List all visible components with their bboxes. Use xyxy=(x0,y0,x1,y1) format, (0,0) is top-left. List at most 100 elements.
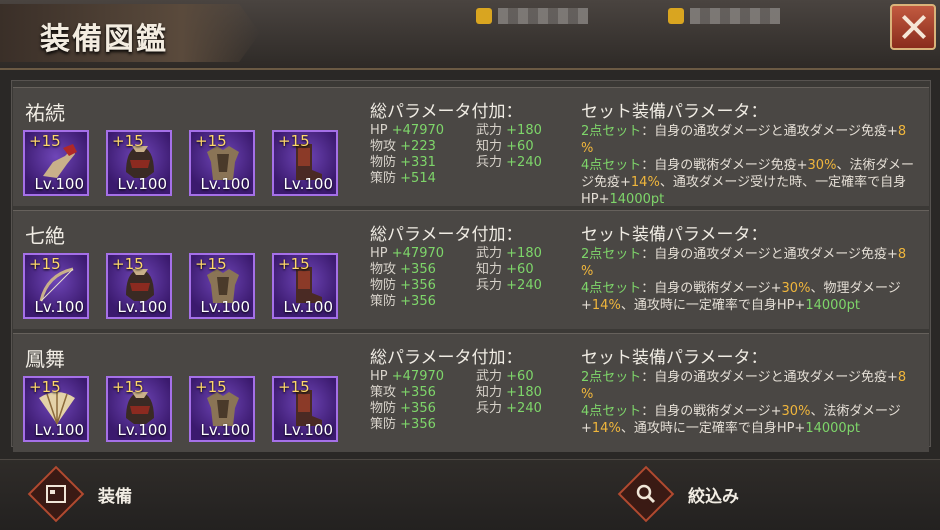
equipment-slot[interactable]: +15 Lv.100 xyxy=(106,376,172,442)
set-effect-value: 14000pt xyxy=(609,192,665,207)
param-entry: 物防 +356 xyxy=(370,401,476,417)
set-effect-text: ：自身の通攻ダメージと通攻ダメージ免疫+ xyxy=(641,247,898,262)
equipment-set-list[interactable]: 祐続 +15 Lv.100 +15 Lv.100 +15 Lv.100 +15 … xyxy=(11,80,931,452)
filter-label: 絞込み xyxy=(688,486,739,507)
enhance-level: +15 xyxy=(278,255,310,273)
set-name: 七絶 xyxy=(25,224,65,248)
set-effect-text: ：自身の戦術ダメージ+ xyxy=(641,404,782,419)
equipment-level: Lv.100 xyxy=(34,175,84,193)
set-effect-4pc: 4点セット：自身の戦術ダメージ+30%、法術ダメージ+14%、通攻時に一定確率で… xyxy=(581,403,921,437)
equipment-slot[interactable]: +15 Lv.100 xyxy=(272,130,338,196)
set-effect-value: 30% xyxy=(781,404,811,419)
enhance-level: +15 xyxy=(112,255,144,273)
coin-icon xyxy=(668,8,684,24)
param-value: +60 xyxy=(506,262,534,277)
equipment-slot[interactable]: +15 Lv.100 xyxy=(106,253,172,319)
equip-icon xyxy=(27,465,85,523)
set-effect-unit: % xyxy=(581,264,594,279)
param-label: HP xyxy=(370,369,388,384)
equipment-slot[interactable]: +15 Lv.100 xyxy=(189,130,255,196)
param-value: +180 xyxy=(506,123,542,138)
param-label: 兵力 xyxy=(476,155,503,170)
set-effect-value: 14000pt xyxy=(805,298,861,313)
set-effect-value: 14% xyxy=(591,421,621,436)
set-params-title: セット装備パラメータ： xyxy=(581,225,768,245)
equipment-level: Lv.100 xyxy=(34,298,84,316)
footer-bar: 装備 絞込み xyxy=(0,459,940,530)
param-entry: 武力 +60 xyxy=(476,369,570,385)
equipment-slot[interactable]: +15 Lv.100 xyxy=(272,253,338,319)
param-value: +47970 xyxy=(391,246,445,261)
set-effect-text: ：自身の戦術ダメージ+ xyxy=(641,281,782,296)
set-params-title: セット装備パラメータ： xyxy=(581,348,768,368)
equipment-slot[interactable]: +15 Lv.100 xyxy=(272,376,338,442)
search-icon xyxy=(617,465,675,523)
param-value: +356 xyxy=(400,417,436,432)
enhance-level: +15 xyxy=(29,255,61,273)
set-count: 4点セット xyxy=(581,281,642,296)
enhance-level: +15 xyxy=(195,132,227,150)
param-entry: 物攻 +223 xyxy=(370,139,476,155)
equipment-slot[interactable]: +15 Lv.100 xyxy=(189,253,255,319)
equipment-slot[interactable]: +15 Lv.100 xyxy=(189,376,255,442)
equip-label: 装備 xyxy=(98,486,132,507)
set-count: 4点セット xyxy=(581,158,642,173)
set-effect-value: 14% xyxy=(630,175,660,190)
param-label: 武力 xyxy=(476,369,503,384)
param-value: +356 xyxy=(400,401,436,416)
set-effect-2pc: 2点セット：自身の通攻ダメージと通攻ダメージ免疫+8% xyxy=(581,246,921,280)
set-effect-text: 、通攻時に一定確率で自身HP+ xyxy=(620,421,806,436)
equipment-level: Lv.100 xyxy=(117,421,167,439)
param-entry: 武力 +180 xyxy=(476,123,570,139)
set-effect-2pc: 2点セット：自身の通攻ダメージと通攻ダメージ免疫+8% xyxy=(581,369,921,403)
enhance-level: +15 xyxy=(278,132,310,150)
set-effects: 2点セット：自身の通攻ダメージと通攻ダメージ免疫+8% 4点セット：自身の戦術ダ… xyxy=(581,246,921,314)
param-value: +47970 xyxy=(391,123,445,138)
param-entry: 策防 +356 xyxy=(370,294,476,310)
set-effect-text: 、通攻時に一定確率で自身HP+ xyxy=(620,298,806,313)
param-entry: 知力 +60 xyxy=(476,139,570,155)
set-effect-text: ：自身の通攻ダメージと通攻ダメージ免疫+ xyxy=(641,124,898,139)
equipment-level: Lv.100 xyxy=(283,421,333,439)
equipment-level: Lv.100 xyxy=(117,298,167,316)
close-button[interactable] xyxy=(890,4,936,50)
set-row: 祐続 +15 Lv.100 +15 Lv.100 +15 Lv.100 +15 … xyxy=(13,87,929,207)
param-value: +60 xyxy=(506,369,534,384)
param-entry: 策防 +356 xyxy=(370,417,476,433)
equipment-level: Lv.100 xyxy=(200,175,250,193)
set-effect-value: 8 xyxy=(897,124,907,139)
equipment-slot[interactable]: +15 Lv.100 xyxy=(23,376,89,442)
set-effect-value: 8 xyxy=(897,247,907,262)
set-effects: 2点セット：自身の通攻ダメージと通攻ダメージ免疫+8% 4点セット：自身の戦術ダ… xyxy=(581,369,921,437)
param-value: +356 xyxy=(400,278,436,293)
set-row: 鳳舞 +15 Lv.100 +15 Lv.100 +15 Lv.100 +15 … xyxy=(13,333,929,452)
param-value: +331 xyxy=(400,155,436,170)
equipment-slot[interactable]: +15 Lv.100 xyxy=(106,130,172,196)
set-count: 4点セット xyxy=(581,404,642,419)
total-params-title: 総パラメータ付加： xyxy=(370,225,523,245)
equipment-slot[interactable]: +15 Lv.100 xyxy=(23,130,89,196)
param-label: 策攻 xyxy=(370,385,397,400)
enhance-level: +15 xyxy=(29,378,61,396)
set-effect-text: ：自身の戦術ダメージ免疫+ xyxy=(641,158,808,173)
equip-button[interactable]: 装備 xyxy=(27,465,132,523)
equipment-slot[interactable]: +15 Lv.100 xyxy=(23,253,89,319)
param-value: +223 xyxy=(400,139,436,154)
filter-button[interactable]: 絞込み xyxy=(617,465,739,523)
total-params: HP +47970 武力 +60 策攻 +356 知力 +180 物防 +356 兵力 +… xyxy=(370,369,570,433)
param-value: +240 xyxy=(506,278,542,293)
set-effect-unit: % xyxy=(581,387,594,402)
header-bar: 装備図鑑 xyxy=(0,0,940,70)
equipment-level: Lv.100 xyxy=(34,421,84,439)
enhance-level: +15 xyxy=(278,378,310,396)
param-label: 知力 xyxy=(476,139,503,154)
set-effect-value: 14000pt xyxy=(805,421,861,436)
total-params-title: 総パラメータ付加： xyxy=(370,102,523,122)
enhance-level: +15 xyxy=(195,378,227,396)
param-value: +180 xyxy=(506,246,542,261)
set-name: 鳳舞 xyxy=(25,347,65,371)
param-entry: 知力 +180 xyxy=(476,385,570,401)
param-entry: 物防 +331 xyxy=(370,155,476,171)
param-value: +47970 xyxy=(391,369,445,384)
param-label: 策防 xyxy=(370,417,397,432)
